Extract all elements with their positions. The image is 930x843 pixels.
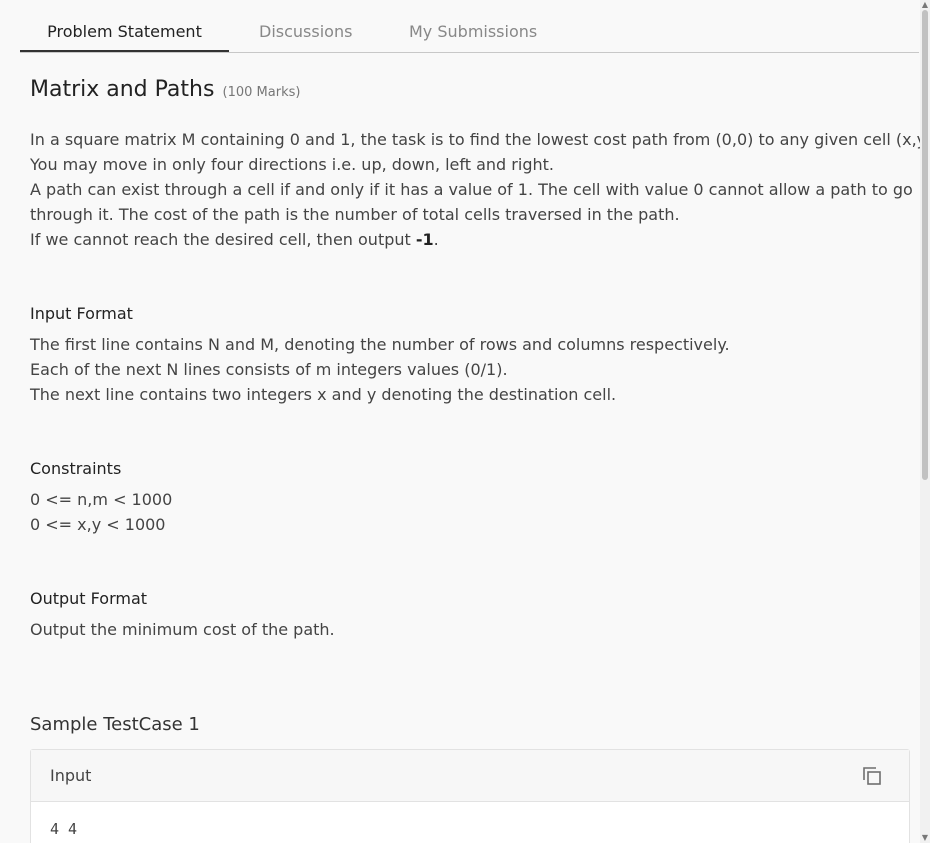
output-format-line: Output the minimum cost of the path. <box>30 620 335 639</box>
tab-my-submissions[interactable]: My Submissions <box>409 0 537 51</box>
problem-marks: (100 Marks) <box>222 85 301 100</box>
tab-bar: Problem Statement Discussions My Submiss… <box>20 0 919 53</box>
sample-input-header: Input <box>31 750 909 802</box>
input-format-line: The first line contains N and M, denotin… <box>30 335 730 354</box>
scroll-down-icon[interactable]: ▼ <box>920 833 930 843</box>
sample-input-content: 4 4 <box>50 820 78 838</box>
scrollbar-thumb[interactable] <box>922 10 928 480</box>
tab-discussions[interactable]: Discussions <box>259 0 352 51</box>
input-format-line: The next line contains two integers x an… <box>30 385 617 404</box>
page-scrollbar[interactable]: ▲ ▼ <box>920 0 930 843</box>
constraint-line: 0 <= n,m < 1000 <box>30 490 173 509</box>
problem-title-row: Matrix and Paths (100 Marks) <box>30 77 300 102</box>
statement-last-prefix: If we cannot reach the desired cell, the… <box>30 230 416 249</box>
input-format-heading: Input Format <box>30 304 133 323</box>
problem-statement: In a square matrix M containing 0 and 1,… <box>30 127 920 252</box>
statement-line: through it. The cost of the path is the … <box>30 205 680 224</box>
output-format-heading: Output Format <box>30 589 148 608</box>
statement-line: You may move in only four directions i.e… <box>30 155 554 174</box>
constraint-line: 0 <= x,y < 1000 <box>30 515 166 534</box>
problem-title: Matrix and Paths <box>30 77 215 102</box>
problem-page: Problem Statement Discussions My Submiss… <box>0 0 920 843</box>
input-format-line: Each of the next N lines consists of m i… <box>30 360 508 379</box>
statement-last-bold: -1 <box>415 230 434 249</box>
output-format-body: Output the minimum cost of the path. <box>30 617 890 642</box>
sample-input-label: Input <box>50 766 92 785</box>
statement-last-suffix: . <box>433 230 439 249</box>
sample-input-box: Input 4 4 <box>30 749 910 843</box>
constraints-heading: Constraints <box>30 459 122 478</box>
statement-line: In a square matrix M containing 0 and 1,… <box>30 130 920 149</box>
tab-problem-statement[interactable]: Problem Statement <box>20 0 229 52</box>
statement-line: A path can exist through a cell if and o… <box>30 180 913 199</box>
scroll-up-icon[interactable]: ▲ <box>920 0 930 10</box>
statement-line-last: If we cannot reach the desired cell, the… <box>30 227 890 252</box>
constraints-body: 0 <= n,m < 1000 0 <= x,y < 1000 <box>30 487 890 537</box>
copy-icon[interactable] <box>861 765 883 787</box>
input-format-body: The first line contains N and M, denotin… <box>30 332 890 407</box>
sample-testcase-title: Sample TestCase 1 <box>30 714 200 735</box>
